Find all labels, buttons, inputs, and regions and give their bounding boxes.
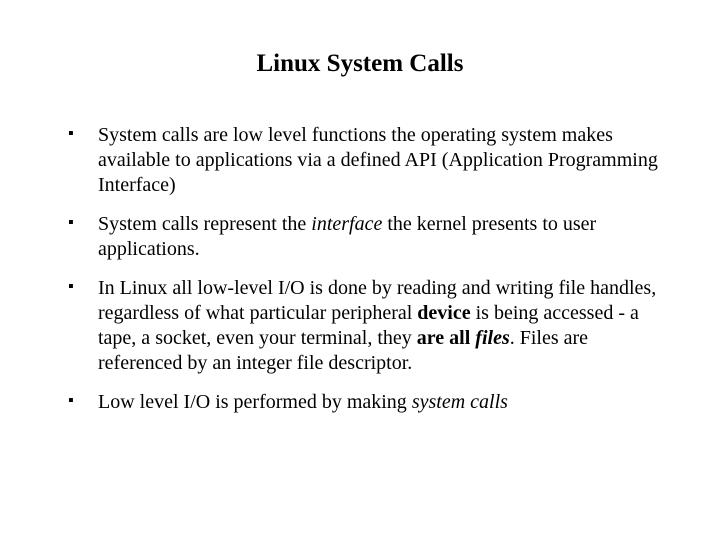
bullet-list: System calls are low level functions the…	[60, 123, 660, 415]
bullet-text-em: system calls	[412, 391, 508, 413]
list-item: System calls represent the interface the…	[60, 212, 660, 262]
bullet-text-em: interface	[311, 213, 382, 235]
list-item: In Linux all low-level I/O is done by re…	[60, 276, 660, 376]
bullet-text-em: files	[475, 327, 509, 349]
bullet-text-strong: device	[417, 302, 470, 324]
bullet-text: System calls are low level functions the…	[98, 124, 658, 196]
list-item: System calls are low level functions the…	[60, 123, 660, 198]
slide-title: Linux System Calls	[60, 50, 660, 78]
bullet-text-pre: Low level I/O is performed by making	[98, 391, 412, 413]
bullet-text-pre: System calls represent the	[98, 213, 311, 235]
bullet-text-strong: are all	[417, 327, 476, 349]
list-item: Low level I/O is performed by making sys…	[60, 390, 660, 415]
